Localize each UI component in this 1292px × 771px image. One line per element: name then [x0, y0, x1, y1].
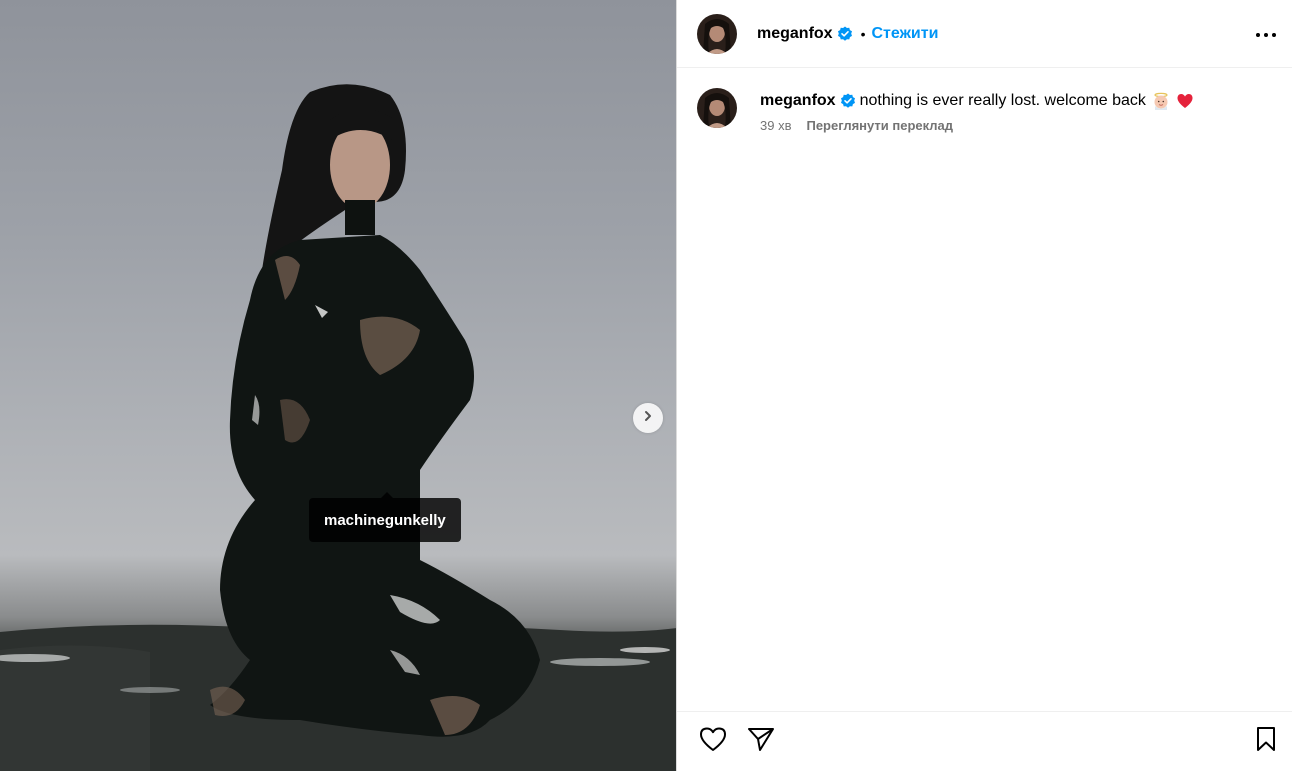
- caption-text: nothing is ever really lost. welcome bac…: [859, 92, 1146, 109]
- bookmark-icon: [1255, 726, 1277, 757]
- tag-username: machinegunkelly: [324, 511, 446, 529]
- post-time[interactable]: 39 хв: [760, 118, 791, 133]
- more-horizontal-icon: [1255, 25, 1277, 43]
- save-button[interactable]: [1250, 726, 1282, 758]
- action-bar: [677, 711, 1292, 771]
- post-side-panel: meganfox • Стежити meganfox nothing is e…: [677, 0, 1292, 771]
- like-button[interactable]: [697, 726, 729, 758]
- post-photo: [0, 84, 676, 771]
- see-translation-link[interactable]: Переглянути переклад: [806, 118, 953, 133]
- next-media-button[interactable]: [633, 403, 663, 433]
- baby-angel-emoji-icon: [1152, 92, 1170, 110]
- caption-body: meganfox nothing is ever really lost. we…: [760, 90, 1194, 133]
- author-username[interactable]: meganfox: [757, 25, 833, 43]
- caption-username[interactable]: meganfox: [760, 90, 836, 112]
- share-icon: [747, 726, 775, 757]
- post-dialog: machinegunkelly meganfox • Стежити megan…: [0, 0, 1292, 771]
- caption-avatar[interactable]: [697, 88, 737, 128]
- more-options-button[interactable]: [1254, 22, 1278, 46]
- verified-badge-icon: [840, 93, 856, 109]
- user-tag-bubble[interactable]: machinegunkelly: [309, 492, 461, 542]
- share-button[interactable]: [745, 726, 777, 758]
- post-media[interactable]: machinegunkelly: [0, 0, 677, 771]
- red-heart-emoji-icon: [1176, 92, 1194, 110]
- separator-dot: •: [860, 25, 866, 42]
- author-avatar[interactable]: [697, 13, 737, 54]
- comments-section: meganfox nothing is ever really lost. we…: [677, 68, 1292, 711]
- verified-badge-icon: [837, 26, 853, 42]
- caption: meganfox nothing is ever really lost. we…: [697, 88, 1272, 133]
- caption-meta: 39 хв Переглянути переклад: [760, 118, 1194, 133]
- follow-button[interactable]: Стежити: [871, 25, 938, 43]
- caption-line: meganfox nothing is ever really lost. we…: [760, 90, 1194, 112]
- heart-icon: [699, 726, 727, 757]
- post-header: meganfox • Стежити: [677, 0, 1292, 68]
- chevron-right-icon: [642, 409, 654, 427]
